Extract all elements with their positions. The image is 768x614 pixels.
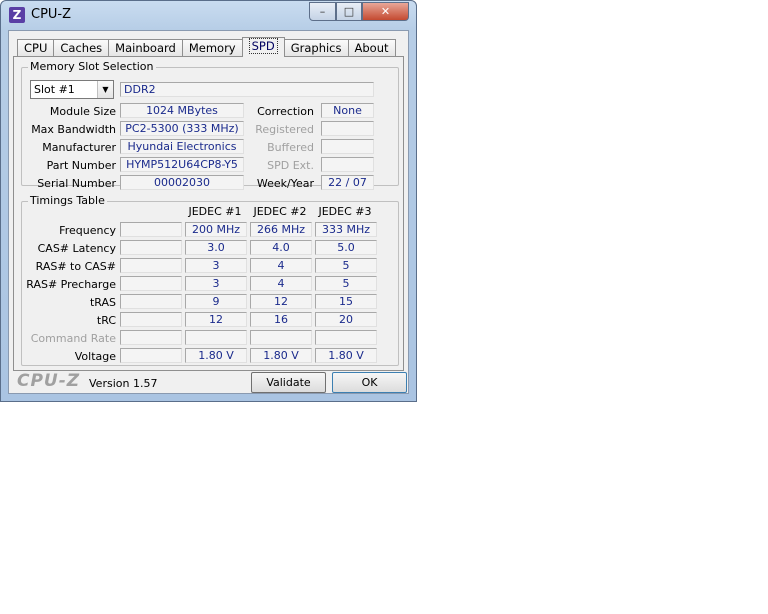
buffered-value [321, 139, 374, 154]
memory-slot-group-title: Memory Slot Selection [28, 60, 156, 73]
max-bandwidth-label: Max Bandwidth [31, 123, 116, 136]
slot-select-value: Slot #1 [34, 83, 75, 96]
app-icon: Z [9, 7, 25, 23]
version-text: Version 1.57 [89, 377, 158, 390]
cas-latency-jedec-1: 3.0 [185, 240, 247, 255]
cpuz-window: Z CPU-Z – □ ✕ CPU Caches Mainboard Memor… [0, 0, 417, 402]
cas-latency-label: CAS# Latency [37, 242, 116, 255]
trc-jedec-2: 16 [250, 312, 312, 327]
tab-spd-label: SPD [248, 38, 278, 54]
module-size-value: 1024 MBytes [120, 103, 244, 118]
manufacturer-label: Manufacturer [42, 141, 116, 154]
ras-to-cas-label: RAS# to CAS# [35, 260, 116, 273]
tras-spare-cell [120, 294, 182, 309]
memory-slot-group: Memory Slot Selection Slot #1 ▼ DDR2 Mod… [21, 60, 399, 190]
spd-panel: Memory Slot Selection Slot #1 ▼ DDR2 Mod… [13, 56, 404, 371]
minimize-icon: – [319, 5, 326, 18]
voltage-label: Voltage [74, 350, 116, 363]
module-size-label: Module Size [49, 105, 116, 118]
frequency-jedec-2: 266 MHz [250, 222, 312, 237]
column-header-jedec-2: JEDEC #2 [253, 205, 307, 218]
command-rate-jedec-2 [250, 330, 312, 345]
close-icon: ✕ [380, 5, 391, 18]
slot-select[interactable]: Slot #1 ▼ [30, 80, 114, 99]
registered-label: Registered [255, 123, 314, 136]
ras-precharge-jedec-3: 5 [315, 276, 377, 291]
validate-button[interactable]: Validate [251, 372, 326, 393]
tab-caches[interactable]: Caches [53, 39, 110, 57]
cas-latency-spare-cell [120, 240, 182, 255]
tab-memory[interactable]: Memory [181, 39, 243, 57]
ras-to-cas-spare-cell [120, 258, 182, 273]
part-number-label: Part Number [46, 159, 116, 172]
frequency-jedec-1: 200 MHz [185, 222, 247, 237]
trc-jedec-1: 12 [185, 312, 247, 327]
tab-bar: CPU Caches Mainboard Memory SPD Graphics… [17, 37, 396, 57]
title-bar[interactable]: Z CPU-Z – □ ✕ [1, 1, 416, 29]
trc-jedec-3: 20 [315, 312, 377, 327]
tras-jedec-3: 15 [315, 294, 377, 309]
cpuz-logo: CPU-Z [17, 371, 81, 391]
week-year-label: Week/Year [256, 177, 314, 190]
correction-value: None [321, 103, 374, 118]
serial-number-value: 00002030 [120, 175, 244, 190]
trc-label: tRC [96, 314, 116, 327]
cas-latency-jedec-3: 5.0 [315, 240, 377, 255]
close-button[interactable]: ✕ [362, 2, 409, 21]
buffered-label: Buffered [267, 141, 314, 154]
timings-group-title: Timings Table [28, 194, 107, 207]
column-header-jedec-1: JEDEC #1 [188, 205, 242, 218]
spd-ext-label: SPD Ext. [267, 159, 314, 172]
tab-graphics[interactable]: Graphics [283, 39, 349, 57]
frequency-spare-cell [120, 222, 182, 237]
ras-precharge-jedec-1: 3 [185, 276, 247, 291]
week-year-value: 22 / 07 [321, 175, 374, 190]
tab-cpu[interactable]: CPU [17, 39, 55, 57]
tras-jedec-2: 12 [250, 294, 312, 309]
command-rate-spare-cell [120, 330, 182, 345]
correction-label: Correction [257, 105, 314, 118]
ras-to-cas-jedec-2: 4 [250, 258, 312, 273]
ras-to-cas-jedec-1: 3 [185, 258, 247, 273]
ok-button[interactable]: OK [332, 372, 407, 393]
column-header-jedec-3: JEDEC #3 [318, 205, 372, 218]
command-rate-jedec-3 [315, 330, 377, 345]
voltage-jedec-1: 1.80 V [185, 348, 247, 363]
memory-type-value: DDR2 [120, 82, 374, 97]
voltage-spare-cell [120, 348, 182, 363]
timings-group: Timings Table JEDEC #1 JEDEC #2 JEDEC #3… [21, 194, 399, 366]
tab-spd[interactable]: SPD [241, 37, 285, 57]
registered-value [321, 121, 374, 136]
ras-precharge-label: RAS# Precharge [26, 278, 116, 291]
ras-precharge-spare-cell [120, 276, 182, 291]
minimize-button[interactable]: – [309, 2, 336, 21]
frequency-jedec-3: 333 MHz [315, 222, 377, 237]
command-rate-jedec-1 [185, 330, 247, 345]
command-rate-label: Command Rate [30, 332, 116, 345]
tras-label: tRAS [89, 296, 116, 309]
ras-to-cas-jedec-3: 5 [315, 258, 377, 273]
tab-about[interactable]: About [347, 39, 396, 57]
serial-number-label: Serial Number [37, 177, 116, 190]
manufacturer-value: Hyundai Electronics [120, 139, 244, 154]
voltage-jedec-3: 1.80 V [315, 348, 377, 363]
tras-jedec-1: 9 [185, 294, 247, 309]
max-bandwidth-value: PC2-5300 (333 MHz) [120, 121, 244, 136]
ras-precharge-jedec-2: 4 [250, 276, 312, 291]
window-title: CPU-Z [31, 7, 72, 22]
client-area: CPU Caches Mainboard Memory SPD Graphics… [8, 30, 409, 394]
part-number-value: HYMP512U64CP8-Y5 [120, 157, 244, 172]
cas-latency-jedec-2: 4.0 [250, 240, 312, 255]
frequency-label: Frequency [59, 224, 116, 237]
trc-spare-cell [120, 312, 182, 327]
chevron-down-icon[interactable]: ▼ [97, 81, 113, 98]
maximize-button[interactable]: □ [336, 2, 362, 21]
tab-mainboard[interactable]: Mainboard [108, 39, 183, 57]
voltage-jedec-2: 1.80 V [250, 348, 312, 363]
maximize-icon: □ [343, 5, 355, 18]
spd-ext-value [321, 157, 374, 172]
